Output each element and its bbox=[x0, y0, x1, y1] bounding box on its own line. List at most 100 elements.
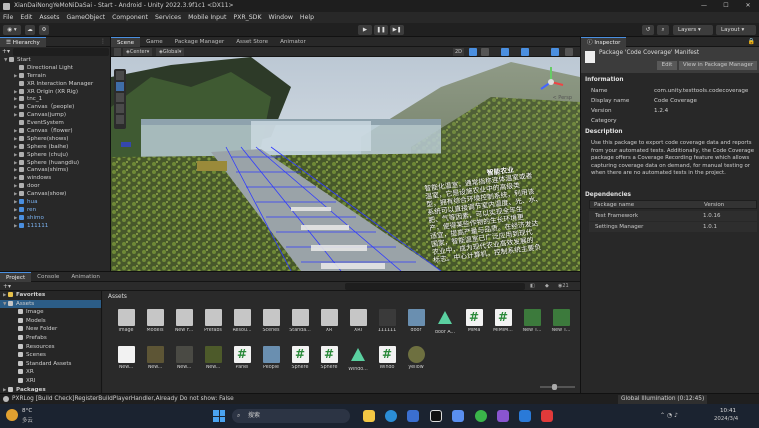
tab-game[interactable]: Game bbox=[140, 37, 169, 47]
hierarchy-item[interactable]: ▶ 111111 bbox=[0, 222, 111, 231]
menu-item-assets[interactable]: Assets bbox=[39, 14, 59, 21]
weather-icon[interactable] bbox=[6, 409, 18, 421]
asset-item[interactable]: New... bbox=[200, 346, 226, 370]
project-folder-item[interactable]: Resources bbox=[0, 343, 101, 352]
project-folder-item[interactable]: Prefabs bbox=[0, 334, 101, 343]
tab-asset-store[interactable]: Asset Store bbox=[230, 37, 274, 47]
hierarchy-item[interactable]: ▶ Canvas（flower) bbox=[0, 128, 111, 136]
tray-icons[interactable]: ⌃ ◔ ♪ bbox=[660, 412, 678, 419]
project-folder-item[interactable]: ▼ Assets bbox=[0, 299, 101, 309]
tab-project[interactable]: Project bbox=[0, 271, 32, 282]
view-tool-icon[interactable] bbox=[116, 71, 124, 80]
filter-label-icon[interactable]: ◆ bbox=[545, 282, 549, 291]
asset-item[interactable]: Scenes bbox=[258, 309, 284, 333]
gizmo-dropdown-icon[interactable] bbox=[565, 48, 573, 56]
pivot-dropdown[interactable]: ◈Center▾ bbox=[123, 48, 153, 56]
asset-item[interactable]: Prefabs bbox=[200, 309, 226, 333]
cloud-icon[interactable]: ☁ bbox=[25, 25, 35, 35]
tab-animation[interactable]: Animation bbox=[65, 272, 106, 282]
layers-dropdown[interactable]: Layers ▾ bbox=[673, 25, 713, 35]
tab-console[interactable]: Console bbox=[31, 272, 65, 282]
hierarchy-search-input[interactable] bbox=[13, 48, 109, 56]
history-icon[interactable]: ↺ bbox=[642, 25, 654, 35]
tab-scene[interactable]: Scene bbox=[111, 36, 141, 47]
2d-toggle[interactable]: 2D bbox=[453, 48, 465, 56]
hierarchy-item[interactable]: ▶ XR Origin (XR Rig) bbox=[0, 88, 111, 97]
filter-type-icon[interactable]: ◧ bbox=[530, 282, 535, 291]
edge-icon[interactable] bbox=[385, 410, 397, 422]
hierarchy-item[interactable]: ▶ ren bbox=[0, 206, 111, 215]
asset-item[interactable]: Windo... bbox=[345, 346, 371, 372]
scene-viewport[interactable]: < Persp 智能农业 智能化温室，通常指称连体温室或者 温室，它是设施农业中的… bbox=[111, 57, 580, 271]
project-folder-item[interactable]: XR bbox=[0, 368, 101, 377]
project-folder-item[interactable]: New Folder bbox=[0, 325, 101, 334]
asset-item[interactable]: New... bbox=[142, 346, 168, 370]
project-folder-item[interactable]: Models bbox=[0, 317, 101, 326]
maximize-button[interactable]: ☐ bbox=[715, 0, 737, 12]
move-tool-icon[interactable] bbox=[116, 82, 124, 91]
add-object-button[interactable]: +▾ bbox=[2, 48, 10, 56]
edit-button[interactable]: Edit bbox=[657, 61, 677, 70]
asset-item[interactable]: Standa... bbox=[287, 309, 313, 333]
rect-tool-icon[interactable] bbox=[116, 115, 124, 124]
lock-icon[interactable]: 🔒 bbox=[748, 38, 755, 45]
minimize-button[interactable]: — bbox=[693, 0, 715, 12]
asset-item[interactable]: New F... bbox=[171, 309, 197, 333]
asset-item[interactable]: yellow bbox=[403, 346, 429, 370]
audio-toggle-icon[interactable] bbox=[481, 48, 489, 56]
asset-item[interactable]: door A... bbox=[432, 309, 458, 335]
space-dropdown[interactable]: ◈Global▾ bbox=[156, 48, 185, 56]
asset-item[interactable]: Image bbox=[113, 309, 139, 333]
hierarchy-item[interactable]: ▶ windows bbox=[0, 175, 111, 183]
hierarchy-item[interactable]: ▶ door bbox=[0, 183, 111, 191]
perspective-label[interactable]: < Persp bbox=[552, 95, 572, 101]
create-asset-button[interactable]: +▾ bbox=[3, 282, 11, 291]
asset-item[interactable]: New... bbox=[171, 346, 197, 370]
hierarchy-item[interactable]: ▶ Sphere (chuju) bbox=[0, 151, 111, 160]
hierarchy-item[interactable]: ▼ Start bbox=[0, 57, 111, 65]
hierarchy-item[interactable]: ▶ Canvas（people) bbox=[0, 104, 111, 112]
menu-item-pxr-sdk[interactable]: PXR_SDK bbox=[233, 14, 261, 21]
close-button[interactable]: ✕ bbox=[737, 0, 759, 12]
project-folder-item[interactable]: Scenes bbox=[0, 351, 101, 360]
project-search-input[interactable] bbox=[345, 283, 525, 290]
asset-item[interactable]: New T... bbox=[548, 309, 574, 333]
hierarchy-item[interactable]: ▶ shimo bbox=[0, 214, 111, 223]
global-illumination-status[interactable]: Global Illumination (0:12:45) bbox=[618, 395, 708, 404]
project-folder-item[interactable]: Standard Assets bbox=[0, 360, 101, 369]
step-button[interactable]: ▶❚ bbox=[390, 25, 404, 35]
tab-inspector[interactable]: ⓘ Inspector bbox=[581, 36, 627, 47]
menu-item-gameobject[interactable]: GameObject bbox=[66, 14, 105, 21]
app-icon-red[interactable] bbox=[541, 410, 553, 422]
hierarchy-item[interactable]: ▶ Sphere (huangdiu) bbox=[0, 159, 111, 168]
app-icon-blue[interactable] bbox=[452, 410, 464, 422]
unity-hub-icon[interactable] bbox=[430, 410, 442, 422]
asset-item[interactable]: People bbox=[258, 346, 284, 370]
menu-item-mobile-input[interactable]: Mobile Input bbox=[188, 14, 226, 21]
hierarchy-item[interactable]: ▶ Sphere(shows) bbox=[0, 135, 111, 144]
project-folder-item[interactable]: ▶ Favorites bbox=[0, 291, 101, 300]
asset-item[interactable]: Resou... bbox=[229, 309, 255, 333]
view-in-package-manager-button[interactable]: View in Package Manager bbox=[679, 61, 757, 70]
menu-item-help[interactable]: Help bbox=[300, 14, 314, 21]
wechat-icon[interactable] bbox=[475, 410, 487, 422]
asset-item[interactable]: 111111 bbox=[374, 309, 400, 333]
visual-studio-icon[interactable] bbox=[497, 410, 509, 422]
gizmos-toggle-icon[interactable] bbox=[521, 48, 529, 56]
asset-item[interactable]: # Sphere bbox=[316, 346, 342, 370]
hierarchy-item[interactable]: ▶ Canvas(jump) bbox=[0, 112, 111, 120]
hidden-packages-count[interactable]: ◉21 bbox=[558, 282, 569, 291]
app-icon-qq[interactable] bbox=[519, 410, 531, 422]
console-log-message[interactable]: PXRLog [Build Check]RegisterBuildPlayerH… bbox=[12, 396, 234, 402]
asset-item[interactable]: XR bbox=[316, 309, 342, 333]
store-icon[interactable] bbox=[407, 410, 419, 422]
hierarchy-item[interactable]: ▶ Canvas(shims) bbox=[0, 167, 111, 175]
project-folder-item[interactable]: XRI bbox=[0, 377, 101, 386]
asset-item[interactable]: # MiMa bbox=[461, 309, 487, 333]
rotate-tool-icon[interactable] bbox=[116, 93, 124, 102]
account-dropdown[interactable]: ◉ ▾ bbox=[3, 25, 21, 35]
lighting-toggle-icon[interactable] bbox=[469, 48, 477, 56]
pause-button[interactable]: ❚❚ bbox=[374, 25, 388, 35]
scale-tool-icon[interactable] bbox=[116, 104, 124, 113]
hand-tool-icon[interactable] bbox=[114, 48, 121, 56]
